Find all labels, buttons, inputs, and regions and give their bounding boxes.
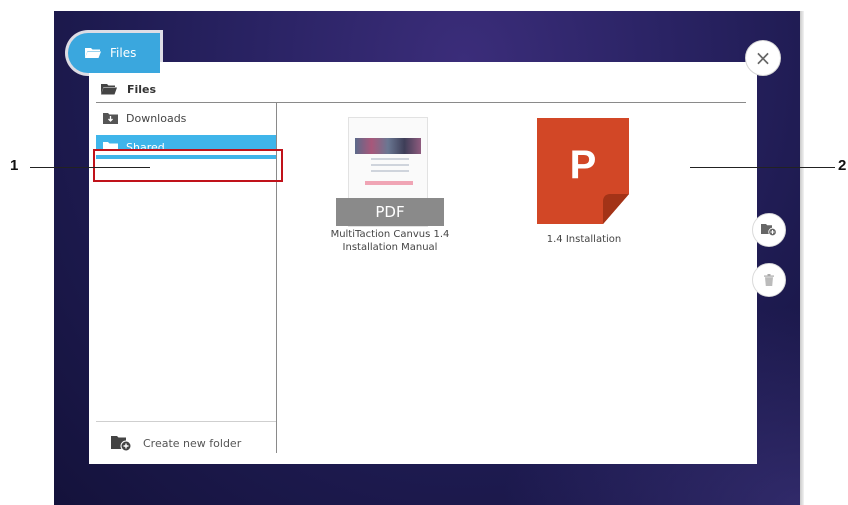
folder-add-icon [761, 224, 777, 236]
folder-open-icon [101, 83, 117, 95]
footer-divider [96, 421, 276, 422]
file-name-line: Installation Manual [342, 242, 438, 253]
close-button[interactable]: × [745, 40, 781, 76]
pdf-type-badge: PDF [336, 198, 444, 226]
callout-number-2: 2 [838, 157, 847, 174]
breadcrumb-divider [96, 102, 746, 103]
powerpoint-icon[interactable]: P [537, 118, 629, 224]
file-name-ppt[interactable]: 1.4 Installation [520, 233, 648, 246]
files-tab[interactable]: Files [68, 33, 160, 73]
svg-text:P: P [570, 143, 597, 187]
file-name-line: MultiTaction Canvus 1.4 [330, 229, 450, 240]
pdf-cover-bar [365, 181, 413, 185]
trash-icon [764, 274, 774, 286]
downloads-folder-icon [103, 112, 118, 124]
new-folder-button[interactable] [752, 213, 786, 247]
screen-edge [800, 11, 804, 505]
folder-add-icon [111, 435, 133, 451]
close-icon: × [754, 46, 772, 70]
breadcrumb[interactable]: Files [101, 80, 156, 98]
breadcrumb-label: Files [127, 82, 157, 96]
callout-number-1: 1 [10, 157, 19, 174]
pdf-cover-text [371, 158, 409, 176]
sidebar-item-downloads[interactable]: Downloads [96, 108, 276, 128]
create-folder-button[interactable]: Create new folder [111, 432, 241, 454]
callout-box-1 [93, 149, 283, 182]
callout-line-2 [690, 167, 835, 168]
delete-button[interactable] [752, 263, 786, 297]
create-folder-label: Create new folder [143, 436, 242, 450]
folder-open-icon [85, 47, 101, 59]
pdf-cover-image [355, 138, 421, 154]
callout-line-1 [30, 167, 150, 168]
file-name-pdf[interactable]: MultiTaction Canvus 1.4 Installation Man… [300, 228, 480, 254]
sidebar-item-label: Downloads [126, 111, 187, 125]
files-tab-label: Files [110, 46, 137, 60]
